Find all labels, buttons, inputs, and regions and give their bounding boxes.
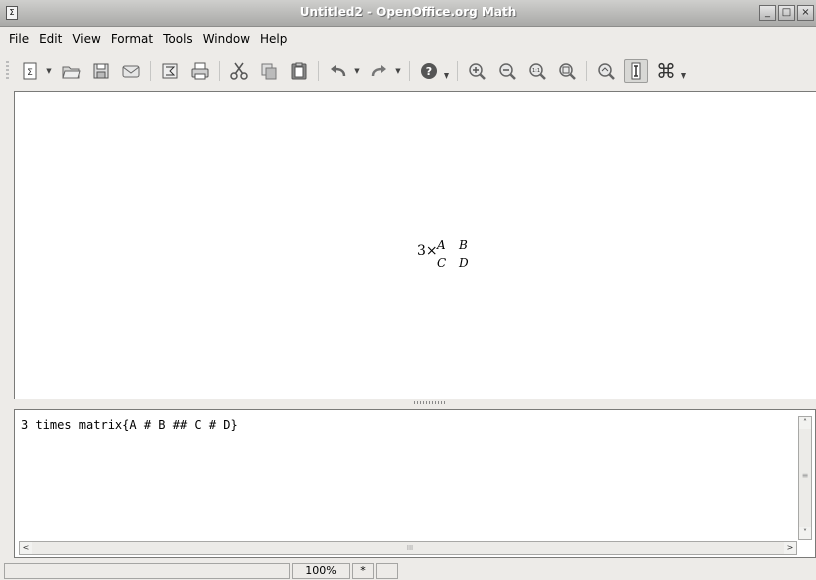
menu-format[interactable]: Format [106,28,158,50]
undo-button[interactable] [326,59,350,83]
paste-icon [291,62,307,80]
matrix-cell: D [459,256,469,270]
update-button[interactable] [594,59,618,83]
show-all-button[interactable] [555,59,579,83]
pane-splitter[interactable] [14,399,816,407]
matrix-cell: A [437,238,446,252]
symbols-button[interactable]: ⌘ [654,59,678,83]
open-folder-icon [62,66,81,79]
formula-document-icon: Σ [23,62,37,80]
help-button[interactable]: ? [417,59,441,83]
undo-dropdown-arrow[interactable]: ▼ [353,59,361,83]
email-icon [122,65,140,78]
scrollbar-grip: ≡ [801,471,809,480]
scroll-up-button[interactable]: ˄ [799,417,811,429]
zoom-100-icon: 1:1 [529,63,546,80]
new-dropdown-arrow[interactable]: ▼ [45,59,53,83]
symbols-icon: ⌘ [656,59,676,83]
new-formula-button[interactable]: Σ [18,59,42,83]
undo-icon [331,65,346,77]
svg-text:?: ? [426,65,432,78]
copy-button[interactable] [257,59,281,83]
zoom-out-button[interactable] [495,59,519,83]
save-icon [93,63,109,79]
svg-text:Σ: Σ [27,68,33,78]
menu-file[interactable]: File [4,28,34,50]
export-pdf-button[interactable] [158,59,182,83]
zoom-in-button[interactable] [465,59,489,83]
toolbar-separator [457,61,458,81]
update-icon [598,63,615,80]
scroll-left-button[interactable]: < [20,542,32,554]
math-window: Σ Untitled2 - OpenOffice.org Math _ □ × … [0,0,816,580]
formula-prefix: 3× [417,243,438,259]
formula-preview-pane[interactable]: 3× A B C D [14,91,816,399]
maximize-button[interactable]: □ [778,5,795,21]
matrix-cell: C [437,256,447,270]
toolbar-extension-arrow[interactable] [444,73,449,79]
vertical-scrollbar[interactable]: ˄ ≡ ˅ [798,416,812,540]
matrix-cell: B [459,238,468,252]
menu-view[interactable]: View [67,28,105,50]
menu-bar: File Edit View Format Tools Window Help [0,28,816,50]
redo-icon [371,65,386,77]
minimize-button[interactable]: _ [759,5,776,21]
title-bar[interactable]: Σ Untitled2 - OpenOffice.org Math _ □ × [0,0,816,27]
commands-input[interactable]: 3 times matrix{A # B ## C # D} [21,418,238,432]
zoom-out-icon [499,63,516,80]
cut-icon [230,62,248,80]
menu-tools[interactable]: Tools [158,28,198,50]
cut-button[interactable] [227,59,251,83]
scroll-right-button[interactable]: > [784,542,796,554]
print-button[interactable] [188,59,212,83]
horizontal-scrollbar[interactable]: < III > [19,541,797,555]
toolbar-separator [318,61,319,81]
zoom-level[interactable]: 100% [292,563,350,579]
svg-text:1:1: 1:1 [532,68,540,74]
toolbar-separator [409,61,410,81]
status-bar: 100% * [0,562,816,580]
formula-cursor-button[interactable] [624,59,648,83]
zoom-100-button[interactable]: 1:1 [525,59,549,83]
paste-button[interactable] [287,59,311,83]
copy-icon [261,63,277,80]
standard-toolbar: Σ ▼ ▼ ▼ ? 1:1 ⌘ [0,52,816,90]
toolbar-extension-arrow[interactable] [681,73,686,79]
zoom-in-icon [469,63,486,80]
save-button[interactable] [89,59,113,83]
toolbar-separator [219,61,220,81]
menu-window[interactable]: Window [198,28,255,50]
export-pdf-icon [162,63,178,79]
email-button[interactable] [119,59,143,83]
redo-button[interactable] [367,59,391,83]
close-button[interactable]: × [797,5,814,21]
toolbar-grip[interactable] [6,61,9,81]
window-title: Untitled2 - OpenOffice.org Math [299,5,517,19]
splitter-grip [414,401,446,404]
scroll-down-button[interactable]: ˅ [799,527,811,539]
status-field [376,563,398,579]
commands-pane[interactable]: 3 times matrix{A # B ## C # D} ˄ ≡ ˅ < I… [14,409,816,558]
menu-help[interactable]: Help [255,28,292,50]
status-message [4,563,290,579]
document-modified-indicator: * [352,563,374,579]
toolbar-separator [586,61,587,81]
toolbar-separator [150,61,151,81]
help-icon: ? [421,63,437,79]
open-button[interactable] [59,59,83,83]
show-all-icon [559,63,576,80]
formula-cursor-icon [631,62,641,80]
redo-dropdown-arrow[interactable]: ▼ [394,59,402,83]
menu-edit[interactable]: Edit [34,28,67,50]
print-icon [191,62,209,80]
scrollbar-grip: III [406,544,414,552]
